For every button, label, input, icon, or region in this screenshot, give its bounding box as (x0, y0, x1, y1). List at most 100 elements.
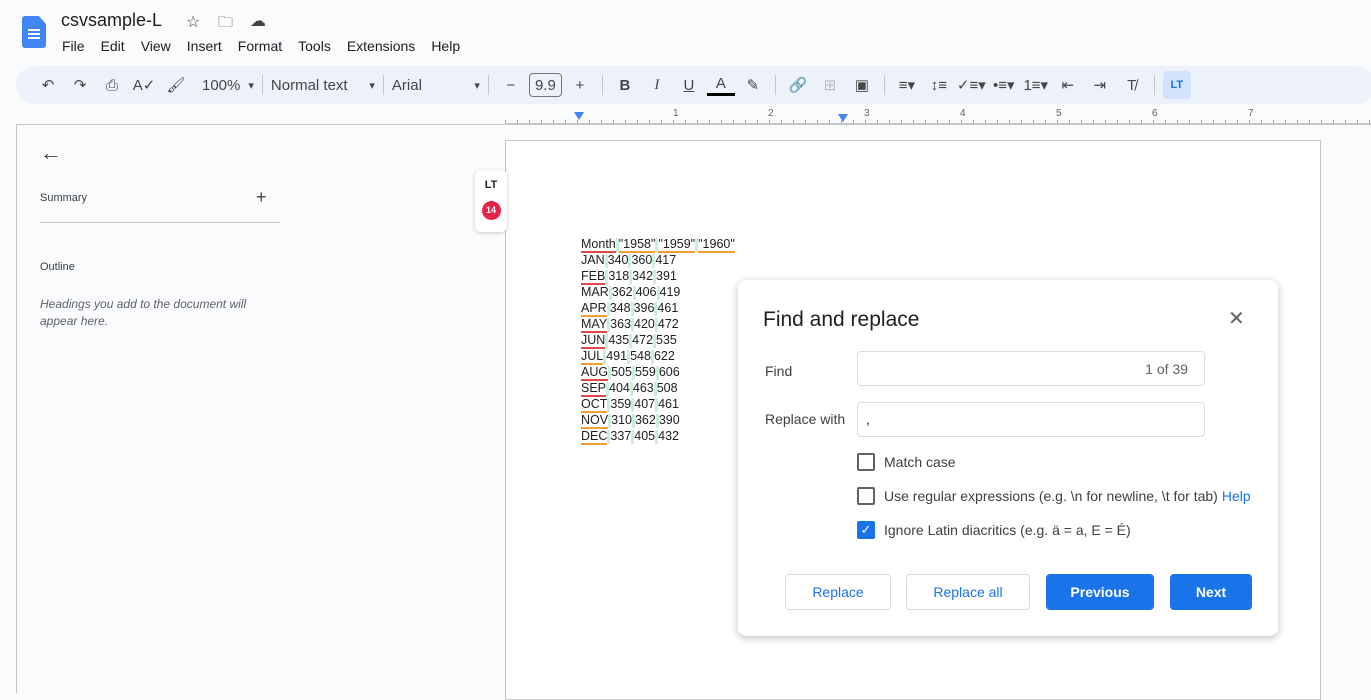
cell-text: 359 (610, 397, 632, 411)
data-line: JAN 340 360 417 (581, 252, 735, 268)
bullet-list-icon[interactable]: •≡▾ (990, 71, 1018, 99)
outline-hint: Headings you add to the document will ap… (40, 297, 247, 328)
match-case-option[interactable]: Match case (857, 453, 956, 471)
checklist-icon[interactable]: ✓≡▾ (957, 71, 986, 99)
docs-logo[interactable] (22, 16, 46, 48)
menu-tools[interactable]: Tools (298, 38, 331, 54)
next-button[interactable]: Next (1170, 574, 1252, 610)
data-line: NOV 310 362 390 (581, 412, 735, 429)
underline-icon[interactable]: U (675, 71, 703, 99)
cell-text: 362 (634, 413, 656, 427)
cell-text: 420 (634, 317, 655, 331)
find-input[interactable]: 1 of 39 (857, 351, 1205, 386)
align-icon[interactable]: ≡▾ (893, 71, 921, 99)
add-summary-icon[interactable]: + (256, 187, 267, 208)
link-icon[interactable]: 🔗 (784, 71, 812, 99)
replace-input[interactable]: , (857, 402, 1205, 437)
cell-text: 622 (653, 349, 675, 363)
languagetool-icon[interactable]: LT (1162, 71, 1191, 99)
replace-all-button[interactable]: Replace all (906, 574, 1030, 610)
zoom-select[interactable]: 100% (202, 71, 254, 99)
previous-button[interactable]: Previous (1046, 574, 1154, 610)
menu-format[interactable]: Format (238, 38, 282, 54)
data-line: OCT 359 407 461 (581, 396, 735, 413)
menu-edit[interactable]: Edit (101, 38, 125, 54)
ruler-label: 2 (768, 108, 774, 119)
cell-text: 435 (608, 333, 630, 347)
print-icon[interactable]: ⎙ (98, 71, 126, 99)
help-link[interactable]: Help (1222, 488, 1251, 504)
image-icon[interactable]: ▣ (848, 71, 876, 99)
regex-option[interactable]: Use regular expressions (e.g. \n for new… (857, 487, 1251, 505)
increase-font-size-icon[interactable]: + (566, 71, 594, 99)
right-indent-marker[interactable] (838, 114, 848, 122)
cell-text: 508 (656, 381, 678, 395)
regex-label: Use regular expressions (e.g. \n for new… (884, 488, 1218, 504)
cell-text: "1959" (658, 237, 696, 253)
increase-indent-icon[interactable]: ⇥ (1086, 71, 1114, 99)
menu-help[interactable]: Help (431, 38, 460, 54)
replace-button[interactable]: Replace (785, 574, 891, 610)
cell-text: 463 (632, 381, 654, 395)
clear-formatting-icon[interactable]: T̸ (1118, 71, 1146, 99)
regex-checkbox[interactable] (857, 487, 875, 505)
paint-format-icon[interactable]: 🖌 (162, 71, 190, 99)
cell-text: JUN (581, 333, 606, 349)
menu-file[interactable]: File (62, 38, 85, 54)
replace-label: Replace with (765, 411, 846, 427)
menu-extensions[interactable]: Extensions (347, 38, 415, 54)
document-title[interactable]: csvsample-L (61, 10, 162, 31)
cell-text: 363 (610, 317, 632, 331)
font-size-input[interactable]: 9.9 (528, 73, 562, 97)
cell-text: 419 (659, 285, 681, 299)
move-folder-icon[interactable]: 🗀 (218, 12, 233, 37)
ruler[interactable]: 1 2 3 4 5 6 7 (505, 108, 1371, 124)
star-icon[interactable]: ☆ (186, 12, 200, 32)
numbered-list-icon[interactable]: 1≡▾ (1022, 71, 1050, 99)
document-body[interactable]: Month "1958" "1959" "1960" JAN 340 360 417 FEB 31… (581, 236, 735, 445)
left-indent-marker[interactable] (574, 112, 584, 120)
cell-text: 404 (609, 381, 630, 395)
decrease-indent-icon[interactable]: ⇤ (1054, 71, 1082, 99)
ignore-diacritics-checkbox[interactable]: ✓ (857, 521, 875, 539)
redo-icon[interactable]: ↷ (66, 71, 94, 99)
languagetool-logo: LT (484, 179, 498, 191)
italic-icon[interactable]: I (643, 71, 671, 99)
cell-text: 417 (655, 253, 677, 267)
comment-icon[interactable]: ⊞ (816, 71, 844, 99)
languagetool-widget[interactable]: LT 14 (475, 170, 507, 232)
spellcheck-icon[interactable]: A✓ (130, 71, 158, 99)
font-select[interactable]: Arial (392, 71, 480, 99)
menu-insert[interactable]: Insert (187, 38, 222, 54)
ignore-diacritics-option[interactable]: ✓ Ignore Latin diacritics (e.g. ä = a, E … (857, 521, 1131, 539)
ruler-label: 4 (960, 108, 966, 119)
close-icon[interactable]: ✕ (1228, 306, 1245, 331)
cell-text: 405 (634, 429, 656, 443)
menu-bar: File Edit View Insert Format Tools Exten… (62, 38, 476, 54)
cloud-status-icon[interactable]: ☁ (250, 11, 266, 31)
cell-text: 348 (609, 301, 631, 315)
cell-text: 318 (608, 269, 630, 283)
ruler-label: 1 (673, 108, 679, 119)
style-select[interactable]: Normal text (271, 71, 375, 99)
back-arrow-icon[interactable]: ← (40, 140, 62, 166)
divider (40, 222, 280, 223)
match-case-checkbox[interactable] (857, 453, 875, 471)
cell-text: 360 (631, 253, 653, 267)
menu-view[interactable]: View (141, 38, 171, 54)
ruler-label: 7 (1248, 108, 1254, 119)
highlight-icon[interactable]: ✎ (739, 71, 767, 99)
error-count-badge[interactable]: 14 (481, 201, 501, 220)
undo-icon[interactable]: ↶ (34, 71, 62, 99)
cell-text: "1960" (698, 237, 735, 253)
ignore-diacritics-label: Ignore Latin diacritics (e.g. ä = a, E =… (884, 522, 1131, 538)
text-color-icon[interactable]: A (706, 74, 735, 96)
cell-text: 472 (632, 333, 654, 347)
cell-text: MAR (581, 285, 609, 299)
line-spacing-icon[interactable]: ↕≡ (925, 71, 953, 99)
ruler-label: 3 (864, 108, 870, 119)
decrease-font-size-icon[interactable]: − (497, 71, 525, 99)
cell-text: "1958" (618, 237, 656, 253)
cell-text: 406 (635, 285, 657, 299)
bold-icon[interactable]: B (611, 71, 639, 99)
